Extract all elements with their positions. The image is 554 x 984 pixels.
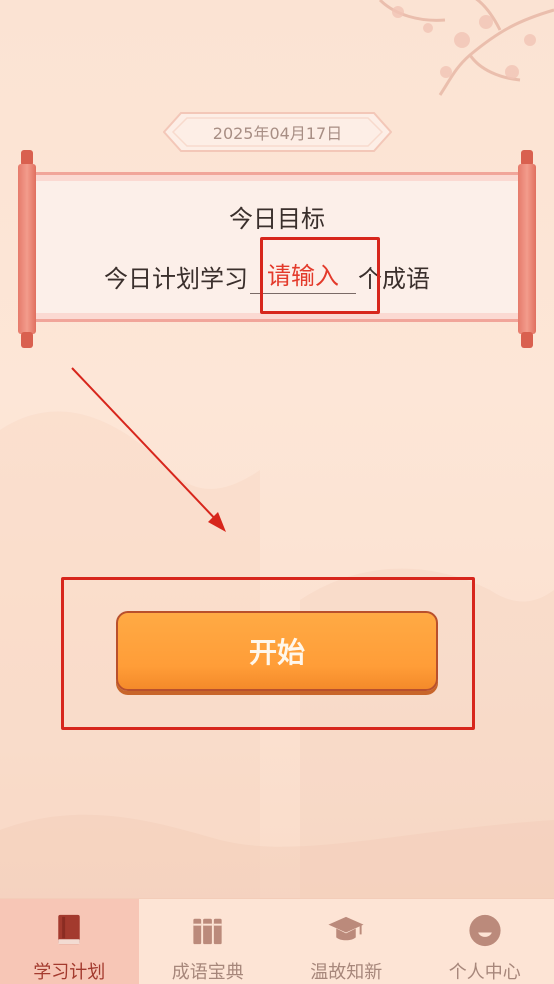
goal-title: 今日目标: [229, 205, 325, 233]
input-highlight-box: [260, 237, 380, 314]
start-button[interactable]: 开始: [116, 611, 438, 691]
tab-study-plan[interactable]: 学习计划: [0, 899, 139, 984]
tab-label: 个人中心: [448, 962, 521, 983]
date-badge: 2025年04月17日: [163, 112, 392, 152]
tab-idiom-dictionary[interactable]: 成语宝典: [139, 899, 278, 984]
date-text: 2025年04月17日: [212, 124, 343, 143]
scroll-rod-right: [516, 150, 538, 348]
scroll-rod-left: [16, 150, 38, 348]
bottom-tab-bar: 学习计划 成语宝典 温故知新 个人中心: [0, 898, 554, 984]
graduation-cap-icon: [328, 916, 364, 941]
tab-label: 学习计划: [33, 962, 106, 983]
book-icon: [58, 914, 80, 945]
books-icon: [193, 918, 222, 945]
tab-profile[interactable]: 个人中心: [416, 899, 554, 984]
tab-label: 温故知新: [310, 962, 383, 983]
tab-review[interactable]: 温故知新: [277, 899, 416, 984]
profile-icon: [469, 914, 501, 947]
plan-prefix: 今日计划学习: [104, 264, 248, 293]
tab-label: 成语宝典: [171, 962, 244, 983]
